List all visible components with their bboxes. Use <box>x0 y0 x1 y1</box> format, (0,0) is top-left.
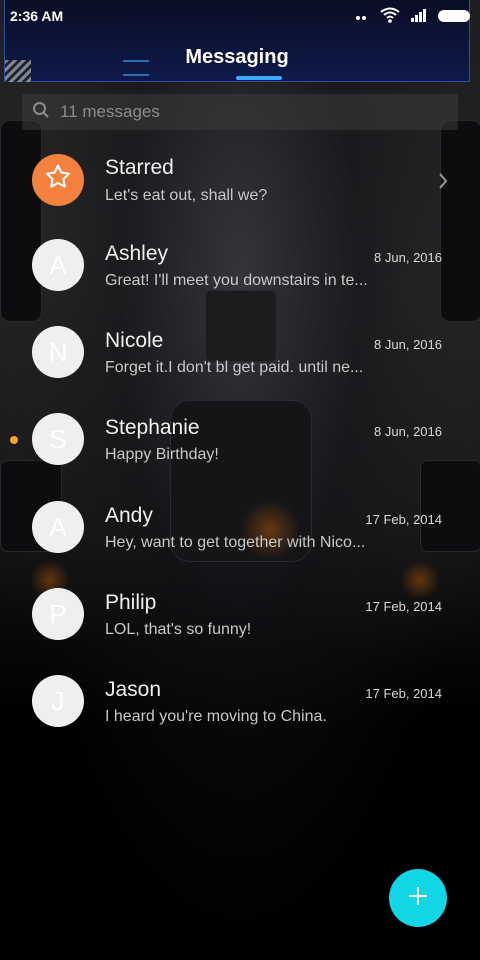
new-message-button[interactable] <box>389 869 447 927</box>
status-time: 2:36 AM <box>10 8 64 24</box>
message-snippet: Hey, want to get together with Nico... <box>105 534 366 551</box>
star-icon <box>43 162 73 199</box>
message-snippet: I heard you're moving to China. <box>105 708 327 725</box>
conversation-ashley[interactable]: A Ashley Great! I'll meet you downstairs… <box>0 225 480 312</box>
contact-name: Ashley <box>105 242 169 265</box>
starred-avatar <box>32 154 84 206</box>
message-date: 8 Jun, 2016 <box>374 337 442 352</box>
page-title: Messaging <box>185 46 289 68</box>
contact-name: Jason <box>105 678 162 701</box>
contact-name: Nicole <box>105 329 164 352</box>
conversation-philip[interactable]: P Philip LOL, that's so funny! 17 Feb, 2… <box>0 574 480 661</box>
unread-indicator <box>10 436 18 444</box>
signal-icon <box>410 8 428 25</box>
status-bar: 2:36 AM <box>0 0 480 32</box>
message-date: 17 Feb, 2014 <box>365 599 442 614</box>
chevron-right-icon <box>438 172 448 195</box>
avatar: J <box>32 675 84 727</box>
message-snippet: Happy Birthday! <box>105 446 219 463</box>
message-snippet: Forget it.I don't bl get paid. until ne.… <box>105 359 364 376</box>
search-placeholder: 11 messages <box>60 102 160 121</box>
avatar: A <box>32 501 84 553</box>
conversation-nicole[interactable]: N Nicole Forget it.I don't bl get paid. … <box>0 312 480 399</box>
dots-icon <box>356 8 370 24</box>
contact-name: Stephanie <box>105 416 200 439</box>
conversation-stephanie[interactable]: S Stephanie Happy Birthday! 8 Jun, 2016 <box>0 399 480 486</box>
message-date: 17 Feb, 2014 <box>365 512 442 527</box>
message-date: 17 Feb, 2014 <box>365 686 442 701</box>
message-snippet: Let's eat out, shall we? <box>105 187 268 204</box>
search-icon <box>32 101 60 124</box>
search-bar[interactable]: 11 messages <box>22 94 458 130</box>
plus-icon <box>407 885 429 912</box>
message-date: 8 Jun, 2016 <box>374 250 442 265</box>
battery-icon <box>438 10 470 22</box>
title-underline <box>236 76 282 80</box>
contact-name: Andy <box>105 504 153 527</box>
contact-name: Starred <box>105 156 174 179</box>
conversation-andy[interactable]: A Andy Hey, want to get together with Ni… <box>0 487 480 574</box>
avatar: P <box>32 588 84 640</box>
avatar: S <box>32 413 84 465</box>
contact-name: Philip <box>105 591 157 614</box>
message-date: 8 Jun, 2016 <box>374 424 442 439</box>
avatar: N <box>32 326 84 378</box>
conversation-jason[interactable]: J Jason I heard you're moving to China. … <box>0 661 480 748</box>
message-snippet: Great! I'll meet you downstairs in te... <box>105 272 368 289</box>
message-snippet: LOL, that's so funny! <box>105 621 252 638</box>
wifi-icon <box>380 7 400 26</box>
avatar: A <box>32 239 84 291</box>
conversation-starred[interactable]: Starred Let's eat out, shall we? <box>0 138 480 225</box>
